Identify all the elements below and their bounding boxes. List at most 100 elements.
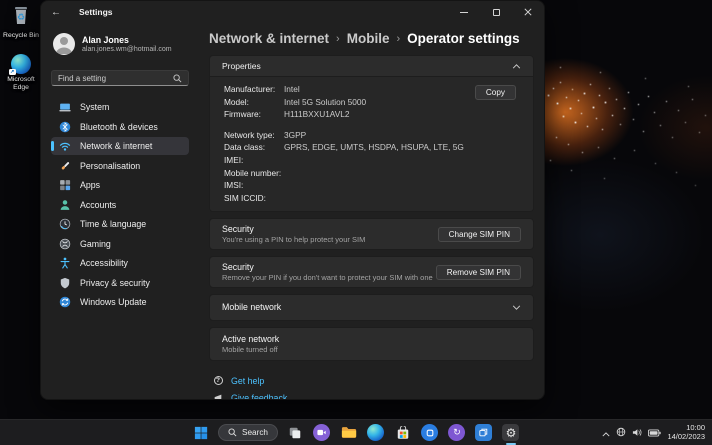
svg-text:♻: ♻ bbox=[17, 12, 25, 22]
sidebar-item-bluetooth-devices[interactable]: Bluetooth & devices bbox=[51, 118, 189, 136]
shortcut-arrow-icon: ↗ bbox=[9, 69, 16, 76]
breadcrumb-network-internet[interactable]: Network & internet bbox=[209, 31, 329, 46]
properties-body: Copy Manufacturer:Intel Model:Intel 5G S… bbox=[210, 76, 533, 211]
desktop-icon-recycle-bin[interactable]: ♻ Recycle Bin bbox=[1, 5, 41, 40]
footer-links: ? Get help Give feedback bbox=[209, 374, 534, 400]
minimize-button[interactable] bbox=[448, 1, 480, 23]
sidebar-item-time-language[interactable]: Time & language bbox=[51, 215, 189, 233]
search-input[interactable] bbox=[58, 74, 173, 83]
back-button[interactable]: ← bbox=[41, 7, 71, 18]
close-button[interactable] bbox=[512, 1, 544, 23]
user-email: alan.jones.wm@hotmail.com bbox=[82, 45, 172, 54]
wifi-icon bbox=[59, 140, 71, 152]
tray-date: 14/02/2023 bbox=[667, 433, 705, 442]
desktop-icon-label: Microsoft Edge bbox=[1, 76, 41, 91]
battery-icon[interactable] bbox=[648, 424, 661, 442]
copy-button[interactable]: Copy bbox=[475, 85, 516, 100]
get-help-link[interactable]: ? Get help bbox=[213, 374, 534, 387]
help-icon: ? bbox=[213, 376, 223, 385]
pinned-app-sync-button[interactable]: ↻ bbox=[447, 423, 467, 443]
remove-sim-pin-button[interactable]: Remove SIM PIN bbox=[436, 265, 521, 280]
pinned-app-blue-button[interactable] bbox=[420, 423, 440, 443]
window-title: Settings bbox=[79, 7, 113, 17]
tray-expand-chevron[interactable] bbox=[602, 424, 610, 442]
folder-icon bbox=[341, 426, 357, 439]
apps-grid-icon bbox=[59, 179, 71, 191]
breadcrumb-separator: › bbox=[336, 33, 340, 45]
properties-title: Properties bbox=[222, 61, 261, 71]
sidebar-item-windows-update[interactable]: Windows Update bbox=[51, 293, 189, 311]
sidebar-item-gaming[interactable]: Gaming bbox=[51, 235, 189, 253]
titlebar: ← Settings bbox=[41, 1, 544, 23]
mobile-network-card[interactable]: Mobile network bbox=[209, 294, 534, 321]
active-network-card: Active network Mobile turned off bbox=[209, 327, 534, 361]
user-profile[interactable]: Alan Jones alan.jones.wm@hotmail.com bbox=[51, 31, 189, 57]
volume-icon[interactable] bbox=[632, 424, 642, 442]
chevron-up-icon bbox=[512, 64, 521, 69]
paintbrush-icon bbox=[59, 160, 71, 172]
edge-button[interactable] bbox=[366, 423, 386, 443]
chevron-down-icon bbox=[512, 305, 521, 310]
active-network-subtitle: Mobile turned off bbox=[222, 345, 279, 355]
properties-card: Properties Copy Manufacturer:Intel Model… bbox=[209, 55, 534, 212]
security-remove-pin-card: Security Remove your PIN if you don't wa… bbox=[209, 256, 534, 288]
search-icon bbox=[173, 74, 182, 83]
sidebar-item-accessibility[interactable]: Accessibility bbox=[51, 254, 189, 272]
pinned-app-windows-button[interactable] bbox=[474, 423, 494, 443]
property-row: IMEI: bbox=[224, 154, 521, 167]
accessibility-person-icon bbox=[59, 257, 71, 269]
page-title: Operator settings bbox=[407, 31, 520, 46]
properties-expander-header[interactable]: Properties bbox=[210, 56, 533, 76]
store-icon bbox=[396, 426, 410, 440]
taskbar-search[interactable]: Search bbox=[218, 424, 278, 441]
sync-app-icon: ↻ bbox=[448, 424, 465, 441]
give-feedback-link[interactable]: Give feedback bbox=[213, 391, 534, 400]
recycle-bin-icon: ♻ bbox=[10, 5, 32, 25]
property-row: SIM ICCID: bbox=[224, 192, 521, 205]
settings-taskbar-button[interactable]: ⚙ bbox=[501, 423, 521, 443]
active-network-title: Active network bbox=[222, 334, 279, 345]
security-subtitle: Remove your PIN if you don't want to pro… bbox=[222, 273, 433, 283]
breadcrumb-separator: › bbox=[396, 33, 400, 45]
selected-indicator bbox=[51, 141, 54, 151]
sidebar-item-apps[interactable]: Apps bbox=[51, 176, 189, 194]
property-row: Data class:GPRS, EDGE, UMTS, HSDPA, HSUP… bbox=[224, 141, 521, 154]
property-row: Network type:3GPP bbox=[224, 129, 521, 142]
settings-window: ← Settings bbox=[40, 0, 545, 400]
desktop-icon-label: Recycle Bin bbox=[1, 32, 41, 40]
settings-search-box[interactable] bbox=[51, 70, 189, 86]
breadcrumb: Network & internet › Mobile › Operator s… bbox=[209, 31, 534, 46]
breadcrumb-mobile[interactable]: Mobile bbox=[347, 31, 390, 46]
sidebar-nav: System Bluetooth & devices bbox=[51, 98, 189, 311]
network-globe-icon[interactable] bbox=[616, 424, 626, 442]
user-name: Alan Jones bbox=[82, 35, 172, 45]
maximize-button[interactable] bbox=[480, 1, 512, 23]
update-icon bbox=[59, 296, 71, 308]
property-row: Mobile number: bbox=[224, 167, 521, 180]
security-change-pin-card: Security You're using a PIN to help prot… bbox=[209, 218, 534, 250]
bluetooth-icon bbox=[59, 121, 71, 133]
main-pane: Network & internet › Mobile › Operator s… bbox=[199, 23, 544, 399]
clock-icon bbox=[59, 218, 71, 230]
shield-icon bbox=[59, 277, 71, 289]
desktop-icon-edge[interactable]: ↗ Microsoft Edge bbox=[1, 54, 41, 91]
wallpaper-stars bbox=[0, 0, 1, 1]
sidebar-item-privacy-security[interactable]: Privacy & security bbox=[51, 274, 189, 292]
search-icon bbox=[228, 428, 237, 437]
microsoft-store-button[interactable] bbox=[393, 423, 413, 443]
security-title: Security bbox=[222, 224, 365, 235]
close-icon bbox=[524, 8, 532, 16]
chat-button[interactable] bbox=[312, 423, 332, 443]
sidebar: Alan Jones alan.jones.wm@hotmail.com bbox=[41, 23, 199, 399]
sidebar-item-system[interactable]: System bbox=[51, 98, 189, 116]
task-view-button[interactable] bbox=[285, 423, 305, 443]
start-button[interactable] bbox=[191, 423, 211, 443]
sidebar-item-network-internet[interactable]: Network & internet bbox=[51, 137, 189, 155]
blue-app-icon bbox=[421, 424, 438, 441]
sidebar-item-personalisation[interactable]: Personalisation bbox=[51, 157, 189, 175]
sidebar-item-accounts[interactable]: Accounts bbox=[51, 196, 189, 214]
change-sim-pin-button[interactable]: Change SIM PIN bbox=[438, 227, 521, 242]
file-explorer-button[interactable] bbox=[339, 423, 359, 443]
property-row: IMSI: bbox=[224, 179, 521, 192]
tray-clock[interactable]: 10:00 14/02/2023 bbox=[667, 424, 708, 441]
